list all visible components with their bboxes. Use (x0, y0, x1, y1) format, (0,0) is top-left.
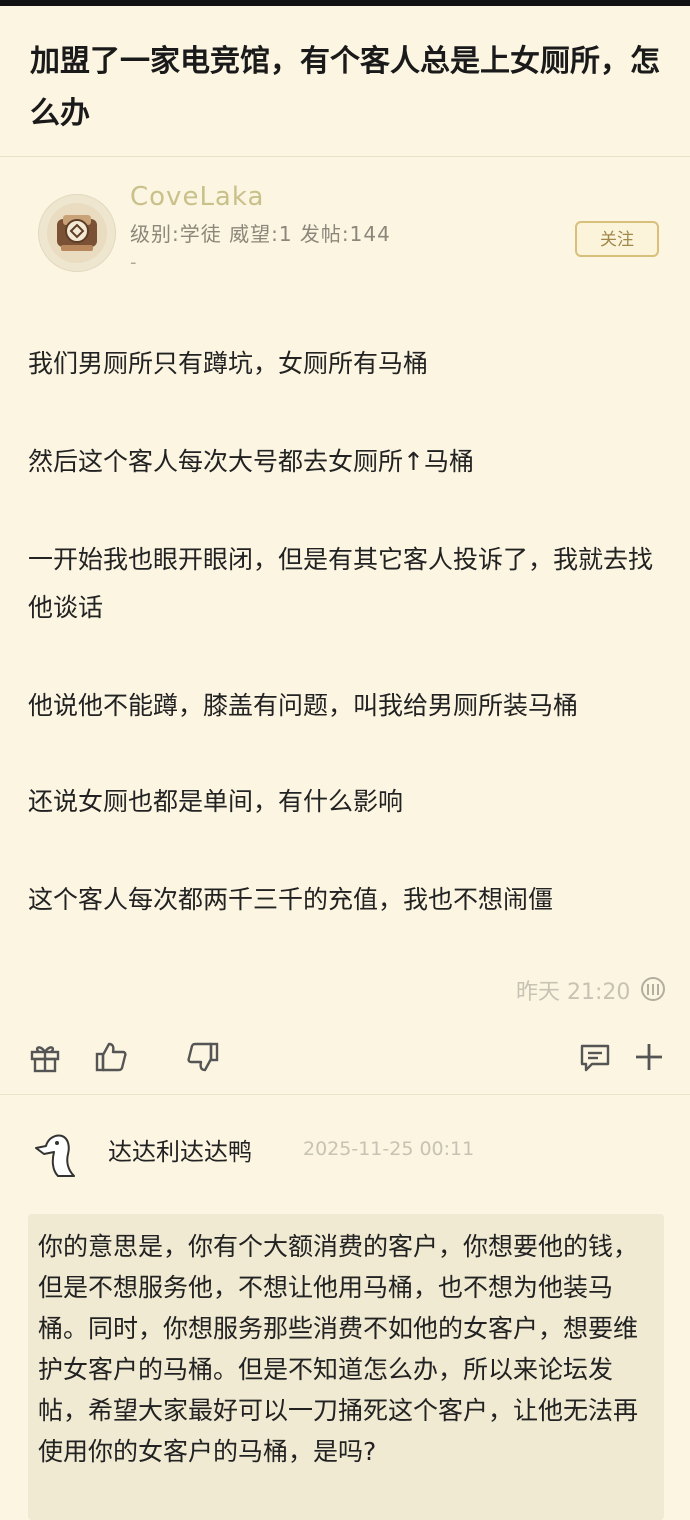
thumbs-down-icon[interactable] (186, 1040, 220, 1074)
thumbs-up-icon[interactable] (94, 1040, 128, 1074)
author-avatar[interactable] (38, 194, 116, 272)
plus-icon[interactable] (632, 1040, 666, 1074)
reply-text: 你的意思是，你有个大额消费的客户，你想要他的钱，但是不想服务他，不想让他用马桶，… (38, 1232, 639, 1466)
author-stats: 级别:学徒 威望:1 发帖:144 (130, 222, 391, 246)
top-bar (0, 0, 690, 6)
post-paragraph: 然后这个客人每次大号都去女厕所↑马桶 (28, 447, 474, 476)
post-paragraph: 他说他不能蹲，膝盖有问题，叫我给男厕所装马桶 (28, 691, 579, 720)
reply-author-avatar[interactable] (30, 1126, 86, 1182)
post-title: 加盟了一家电竞馆，有个客人总是上女厕所，怎么办 (30, 44, 660, 131)
reply-author-name[interactable]: 达达利达达鸭 (108, 1132, 252, 1167)
author-extra: - (130, 252, 137, 273)
post-timestamp: 昨天 21:20 (516, 980, 631, 1005)
follow-button[interactable]: 关注 (575, 221, 659, 257)
reply-divider (0, 1094, 690, 1095)
post-paragraph: 还说女厕也都是单间，有什么影响 (28, 787, 404, 816)
post-paragraph: 一开始我也眼开眼闭，但是有其它客人投诉了，我就去找他谈话 (28, 545, 654, 622)
badge-icon (640, 976, 666, 1002)
reply-timestamp: 2025-11-25 00:11 (303, 1138, 475, 1160)
comment-icon[interactable] (578, 1040, 612, 1074)
gift-icon[interactable] (28, 1040, 62, 1074)
title-divider (0, 156, 690, 157)
post-paragraph: 这个客人每次都两千三千的充值，我也不想闹僵 (28, 885, 554, 914)
post-paragraph: 我们男厕所只有蹲坑，女厕所有马桶 (28, 349, 429, 378)
author-name[interactable]: CoveLaka (130, 182, 264, 212)
